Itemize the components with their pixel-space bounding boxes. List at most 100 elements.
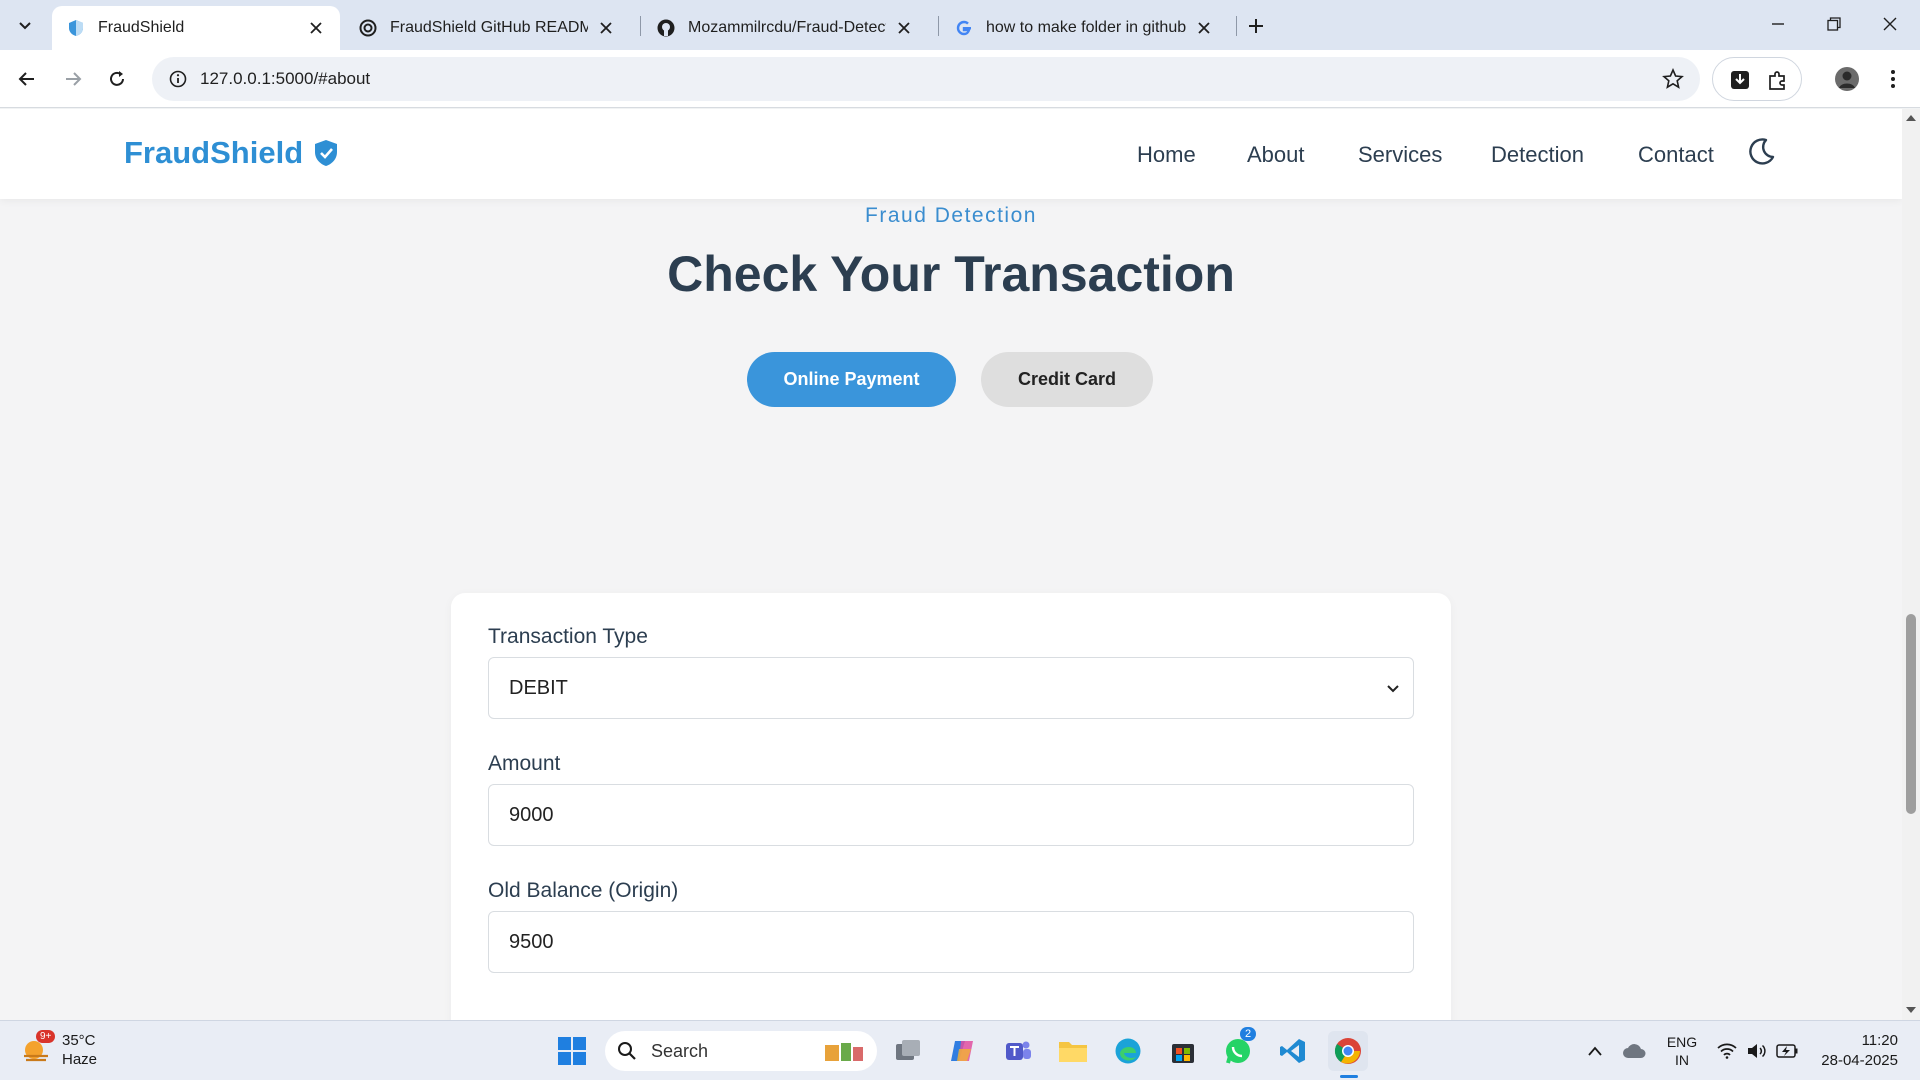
task-view-button[interactable] <box>888 1031 928 1071</box>
site-logo[interactable]: FraudShield <box>124 135 339 171</box>
tab-search-button[interactable] <box>8 10 42 40</box>
battery-status[interactable] <box>1772 1021 1802 1080</box>
scrollbar-thumb[interactable] <box>1906 614 1916 814</box>
nav-link-about[interactable]: About <box>1247 142 1305 168</box>
chevron-up-icon <box>1588 1046 1602 1056</box>
tab-github-repo[interactable]: Mozammilrcdu/Fraud-Detectio <box>642 6 928 50</box>
page-scrollbar[interactable] <box>1902 109 1920 1020</box>
old-balance-value: 9500 <box>509 930 554 953</box>
tab-separator <box>640 16 641 36</box>
nav-link-contact[interactable]: Contact <box>1638 142 1714 168</box>
openai-icon <box>358 18 378 38</box>
active-app-indicator <box>1340 1075 1358 1078</box>
file-explorer-button[interactable] <box>1053 1031 1093 1071</box>
tab-separator <box>1236 16 1237 36</box>
volume-status[interactable] <box>1742 1021 1772 1080</box>
forward-button[interactable] <box>56 62 90 96</box>
download-extension-icon[interactable] <box>1729 69 1751 91</box>
microsoft-store-icon <box>1172 1044 1194 1063</box>
vscode-icon <box>1280 1039 1305 1063</box>
page-title: Check Your Transaction <box>667 246 1235 302</box>
edge-button[interactable] <box>1108 1031 1148 1071</box>
online-payment-button[interactable]: Online Payment <box>747 352 956 407</box>
taskbar-search[interactable]: Search <box>605 1031 877 1071</box>
taskbar-clock[interactable]: 11:20 28-04-2025 <box>1812 1031 1898 1071</box>
shield-icon <box>315 140 338 166</box>
whatsapp-button[interactable]: 2 <box>1218 1027 1258 1071</box>
close-tab-icon[interactable] <box>1194 18 1214 38</box>
browser-toolbar: 127.0.0.1:5000/#about <box>0 50 1920 108</box>
close-tab-icon[interactable] <box>596 18 616 38</box>
brand-name: FraudShield <box>124 135 304 170</box>
copilot-button[interactable] <box>943 1031 983 1071</box>
task-view-icon <box>896 1040 920 1060</box>
close-window-button[interactable] <box>1862 0 1918 48</box>
weather-widget[interactable]: 9+ 35°C Haze <box>20 1030 98 1069</box>
amount-label: Amount <box>488 752 561 775</box>
weather-icon: 9+ <box>20 1030 56 1066</box>
scroll-up-arrow-icon[interactable] <box>1906 115 1916 121</box>
reload-button[interactable] <box>100 62 134 96</box>
fraudshield-favicon-icon <box>66 18 86 38</box>
chevron-down-icon <box>1387 685 1399 693</box>
browser-menu-button[interactable] <box>1876 62 1910 96</box>
google-icon <box>954 18 974 38</box>
restore-button[interactable] <box>1806 0 1862 48</box>
nav-link-services[interactable]: Services <box>1358 142 1442 168</box>
extensions-puzzle-icon[interactable] <box>1767 69 1789 91</box>
tab-fraudshield[interactable]: FraudShield <box>52 6 340 50</box>
dark-mode-toggle-icon[interactable] <box>1746 137 1776 167</box>
store-button[interactable] <box>1163 1031 1203 1071</box>
scroll-down-arrow-icon[interactable] <box>1906 1007 1916 1013</box>
site-header: FraudShield Home About Services Detectio… <box>0 109 1902 199</box>
restore-icon <box>1827 17 1841 31</box>
onedrive-button[interactable] <box>1617 1021 1651 1080</box>
bookmark-star-icon[interactable] <box>1662 68 1684 90</box>
address-bar[interactable]: 127.0.0.1:5000/#about <box>152 57 1700 101</box>
back-button[interactable] <box>10 62 44 96</box>
search-label: Search <box>651 1040 709 1061</box>
chevron-down-icon <box>19 22 31 30</box>
avatar-icon <box>1835 67 1859 91</box>
plus-icon <box>1249 19 1263 33</box>
chrome-button[interactable] <box>1328 1031 1368 1078</box>
credit-card-button[interactable]: Credit Card <box>981 352 1153 407</box>
tab-google-search[interactable]: how to make folder in github - <box>940 6 1228 50</box>
nav-link-home[interactable]: Home <box>1137 142 1196 168</box>
show-hidden-icons-button[interactable] <box>1580 1021 1610 1080</box>
teams-button[interactable] <box>998 1031 1038 1071</box>
close-tab-icon[interactable] <box>306 18 326 38</box>
old-balance-label: Old Balance (Origin) <box>488 879 679 902</box>
tab-github-readme[interactable]: FraudShield GitHub README <box>344 6 630 50</box>
old-balance-input[interactable]: 9500 <box>488 911 1414 973</box>
site-info-icon[interactable] <box>158 57 198 101</box>
amount-value: 9000 <box>509 803 554 826</box>
whatsapp-badge: 2 <box>1240 1027 1257 1041</box>
tab-title: FraudShield <box>98 19 185 36</box>
windows-logo-icon <box>558 1037 586 1065</box>
search-icon <box>618 1042 636 1060</box>
minimize-button[interactable] <box>1750 0 1806 48</box>
transaction-form-card: Transaction Type DEBIT Amount 9000 Old B… <box>451 593 1451 1020</box>
vscode-button[interactable] <box>1273 1031 1313 1071</box>
url-text: 127.0.0.1:5000/#about <box>200 69 371 88</box>
reload-icon <box>110 71 124 86</box>
close-tab-icon[interactable] <box>894 18 914 38</box>
nav-link-detection[interactable]: Detection <box>1491 142 1584 168</box>
github-icon <box>656 18 676 38</box>
new-tab-button[interactable] <box>1242 12 1270 40</box>
edge-icon <box>1115 1038 1141 1064</box>
start-button[interactable] <box>552 1031 592 1071</box>
extensions-group <box>1712 57 1802 101</box>
transaction-type-select[interactable]: DEBIT <box>488 657 1414 719</box>
wifi-status[interactable] <box>1712 1021 1742 1080</box>
language-code: ENG <box>1666 1034 1698 1050</box>
arrow-right-icon <box>66 72 82 86</box>
weather-description: Haze <box>62 1051 98 1068</box>
amount-input[interactable]: 9000 <box>488 784 1414 846</box>
close-icon <box>1883 17 1897 31</box>
more-vertical-icon <box>1891 70 1895 88</box>
language-indicator[interactable]: ENG IN <box>1660 1021 1704 1080</box>
tab-title: Mozammilrcdu/Fraud-Detectio <box>688 19 886 36</box>
profile-avatar[interactable] <box>1830 62 1864 96</box>
